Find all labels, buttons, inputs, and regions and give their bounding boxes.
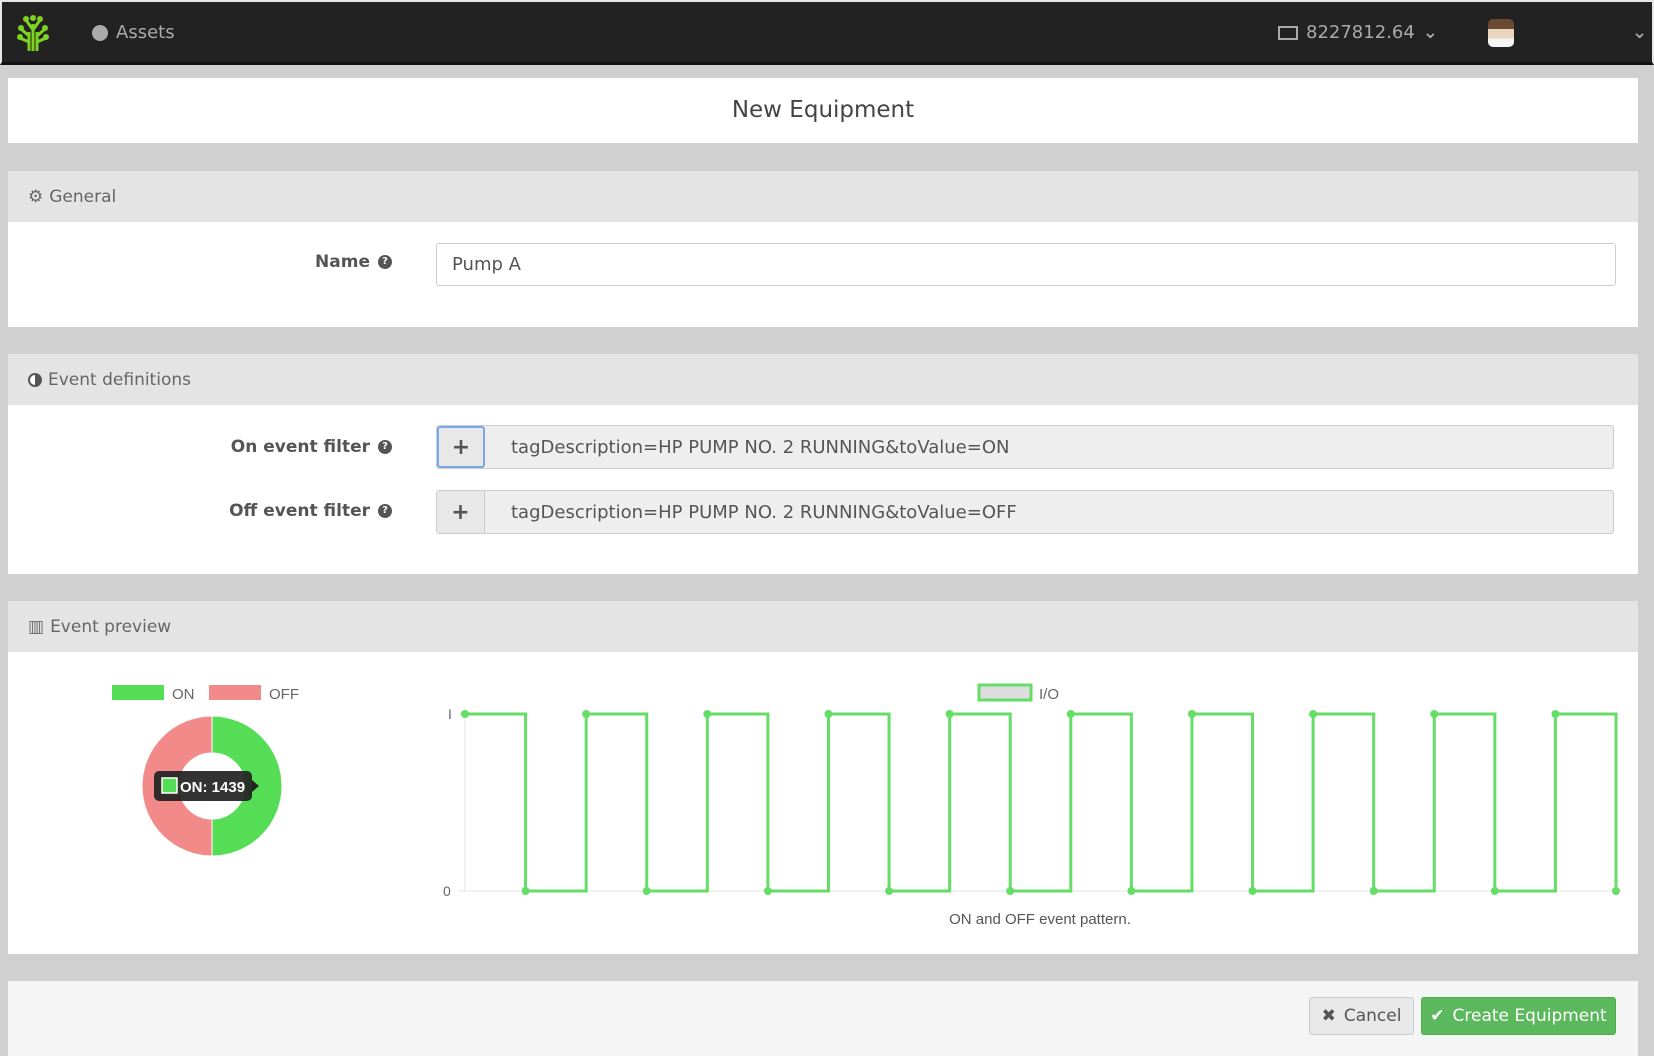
io-data-point[interactable] — [642, 887, 651, 895]
io-data-point[interactable] — [521, 887, 530, 895]
io-data-point[interactable] — [1066, 710, 1075, 718]
legend-on-swatch — [112, 685, 164, 700]
legend-io-label[interactable]: I/O — [1039, 686, 1059, 703]
event-preview-charts: ON OFF ON: 1439 I/O I 0 ON and OFF event… — [112, 683, 1620, 928]
tooltip-swatch — [161, 777, 178, 794]
legend-io-swatch — [977, 683, 1033, 702]
legend-off-label[interactable]: OFF — [269, 686, 299, 703]
io-data-point[interactable] — [1187, 710, 1196, 718]
cancel-button[interactable]: ✖ Cancel — [1309, 997, 1414, 1035]
chart-caption: ON and OFF event pattern. — [949, 911, 1131, 928]
close-icon: ✖ — [1321, 1006, 1336, 1026]
io-data-point[interactable] — [582, 710, 591, 718]
tooltip-text: ON: 1439 — [180, 779, 245, 796]
io-data-point[interactable] — [945, 710, 954, 718]
io-data-point[interactable] — [1430, 710, 1439, 718]
legend-off-swatch — [209, 685, 261, 700]
check-icon: ✔ — [1430, 1006, 1445, 1026]
y-tick-label: 0 — [443, 883, 451, 899]
create-label: Create Equipment — [1452, 1006, 1607, 1026]
io-series-line — [465, 712, 1618, 893]
io-data-point[interactable] — [1490, 887, 1499, 895]
io-data-point[interactable] — [1006, 887, 1015, 895]
io-data-point[interactable] — [1127, 887, 1136, 895]
io-data-point[interactable] — [824, 710, 833, 718]
io-data-point[interactable] — [1248, 887, 1257, 895]
io-data-point[interactable] — [1551, 710, 1560, 718]
y-tick-label: I — [448, 706, 452, 722]
io-data-point[interactable] — [763, 887, 772, 895]
legend-on-label[interactable]: ON — [172, 686, 195, 703]
io-data-point[interactable] — [1309, 710, 1318, 718]
cancel-label: Cancel — [1343, 1006, 1402, 1026]
create-equipment-button[interactable]: ✔ Create Equipment — [1421, 997, 1616, 1035]
io-data-point[interactable] — [885, 887, 894, 895]
io-data-point[interactable] — [703, 710, 712, 718]
io-data-point[interactable] — [1369, 887, 1378, 895]
io-data-point[interactable] — [1612, 887, 1620, 895]
io-data-point[interactable] — [461, 710, 469, 718]
